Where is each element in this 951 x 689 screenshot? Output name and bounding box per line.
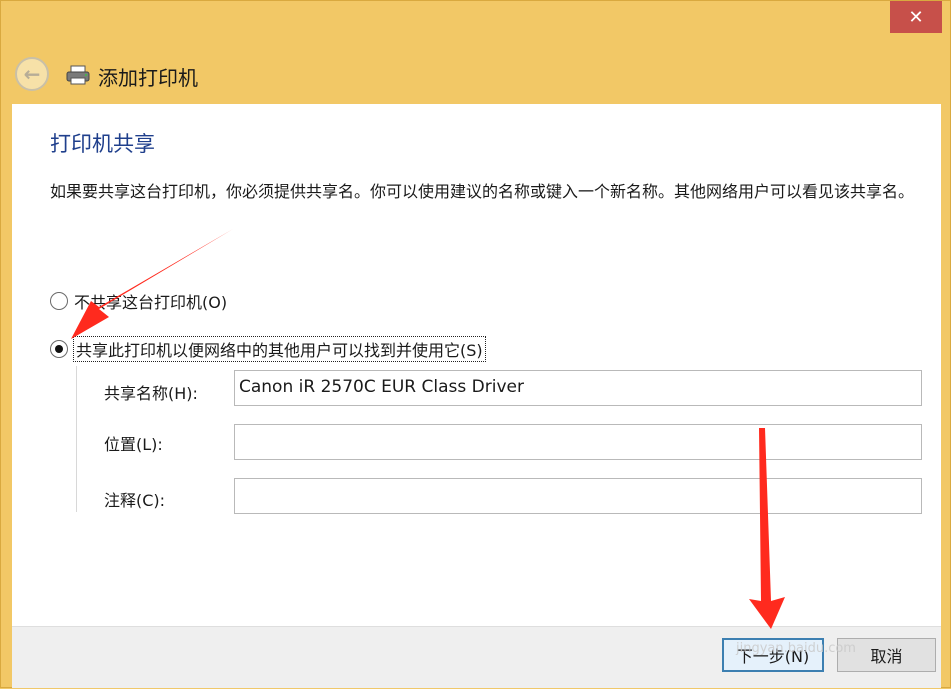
page-description: 如果要共享这台打印机，你必须提供共享名。你可以使用建议的名称或键入一个新名称。其… (50, 182, 915, 201)
radio-button[interactable] (50, 340, 68, 358)
share-name-input[interactable]: Canon iR 2570C EUR Class Driver (234, 370, 922, 406)
back-button[interactable]: ← (15, 57, 49, 91)
location-label: 位置(L): (104, 435, 163, 454)
share-name-label: 共享名称(H): (104, 384, 198, 403)
radio-share-label: 共享此打印机以便网络中的其他用户可以找到并使用它(S) (73, 336, 486, 362)
radio-button[interactable] (50, 292, 68, 310)
dialog-footer: 下一步(N) 取消 (12, 626, 941, 688)
watermark-logo: Baidu经验 (729, 597, 872, 627)
watermark-url: jingyan.baidu.com (736, 641, 856, 656)
window-title: 添加打印机 (98, 66, 198, 90)
content-panel: 打印机共享 如果要共享这台打印机，你必须提供共享名。你可以使用建议的名称或键入一… (12, 104, 941, 626)
back-arrow-icon: ← (23, 62, 41, 86)
location-input[interactable] (234, 424, 922, 460)
group-indent-line (76, 366, 77, 512)
page-title: 打印机共享 (50, 132, 155, 156)
comment-input[interactable] (234, 478, 922, 514)
comment-label: 注释(C): (104, 491, 166, 510)
close-icon: ✕ (908, 6, 924, 28)
printer-icon (66, 65, 90, 85)
radio-share[interactable]: 共享此打印机以便网络中的其他用户可以找到并使用它(S) (50, 336, 486, 362)
close-button[interactable]: ✕ (890, 1, 942, 33)
add-printer-window: ✕ ← 添加打印机 打印机共享 如果要共享这台打印机，你必须提供共享名。你可以使… (0, 0, 951, 688)
radio-no-share-label: 不共享这台打印机(O) (74, 293, 228, 312)
radio-no-share[interactable]: 不共享这台打印机(O) (50, 289, 227, 313)
